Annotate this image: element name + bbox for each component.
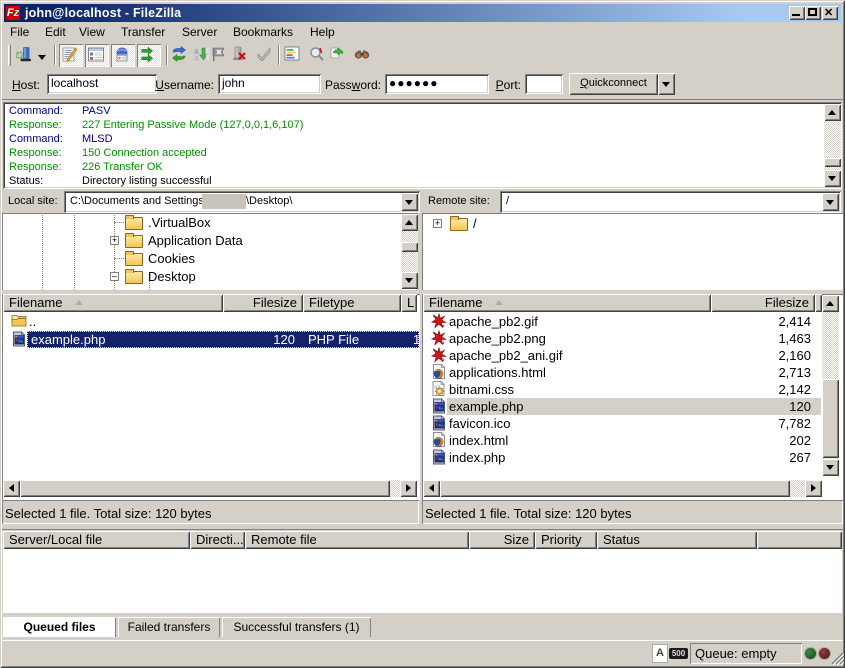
svg-text:A: A <box>194 49 199 56</box>
svg-text:A: A <box>194 56 199 62</box>
